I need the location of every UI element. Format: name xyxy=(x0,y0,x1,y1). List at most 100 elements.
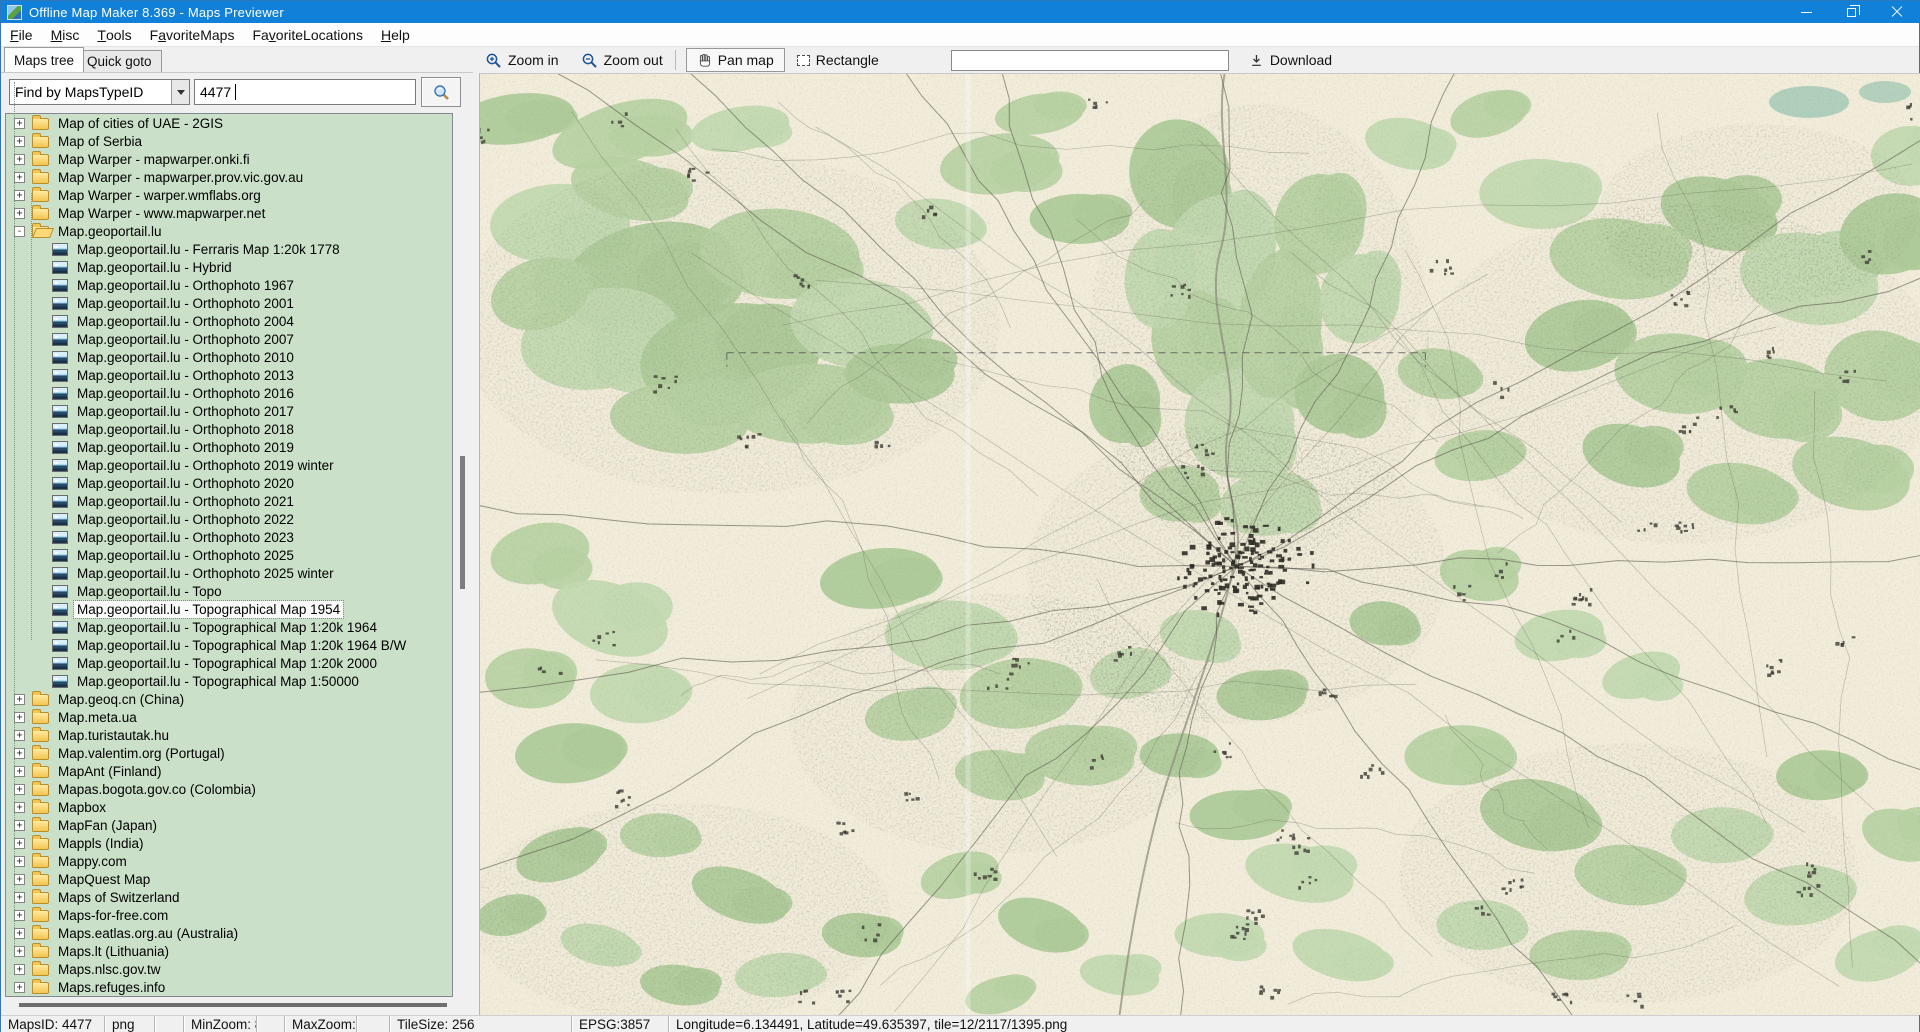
tree-expander-icon[interactable]: + xyxy=(14,208,25,219)
tree-item[interactable]: + Maps.nlsc.gov.tw xyxy=(6,960,452,978)
tree-item[interactable]: + Map.meta.ua xyxy=(6,708,452,726)
tree-expander-icon[interactable]: + xyxy=(14,946,25,957)
tree-expander-icon[interactable]: + xyxy=(14,892,25,903)
tree-expander-icon[interactable]: + xyxy=(14,730,25,741)
tree-item[interactable]: Map.geoportail.lu - Orthophoto 2016 xyxy=(6,384,452,402)
tree-item-label[interactable]: Map of Serbia xyxy=(55,133,145,150)
tree-item-label[interactable]: Map.geoportail.lu - Topographical Map 1:… xyxy=(74,673,362,690)
map-viewport[interactable] xyxy=(479,73,1920,1015)
tree-item-label[interactable]: Maps.nlsc.gov.tw xyxy=(55,961,164,978)
tree-item[interactable]: + Mappy.com xyxy=(6,852,452,870)
tree-expander-icon[interactable]: + xyxy=(14,982,25,993)
tree-item[interactable]: + MapFan (Japan) xyxy=(6,816,452,834)
tree-item-label[interactable]: Mapbox xyxy=(55,799,109,816)
tree-item[interactable]: + Maps.eatlas.org.au (Australia) xyxy=(6,924,452,942)
tree-item-label[interactable]: Maps.refuges.info xyxy=(55,979,168,996)
tree-item[interactable]: + Map Warper - mapwarper.prov.vic.gov.au xyxy=(6,168,452,186)
tree-item-label[interactable]: Map.geoportail.lu - Hybrid xyxy=(74,259,235,276)
tree-item-label[interactable]: Map.geoportail.lu - Orthophoto 2018 xyxy=(74,421,297,438)
scrollbar-thumb[interactable] xyxy=(460,456,465,589)
tree-item[interactable]: Map.geoportail.lu - Orthophoto 2025 xyxy=(6,546,452,564)
tree-item-label[interactable]: Maps.eatlas.org.au (Australia) xyxy=(55,925,241,942)
tree-item-label[interactable]: Map.geoportail.lu - Orthophoto 2021 xyxy=(74,493,297,510)
tree-item[interactable]: Map.geoportail.lu - Orthophoto 2021 xyxy=(6,492,452,510)
tree-item[interactable]: + Maps.refuges.info xyxy=(6,978,452,996)
tree-expander-icon[interactable]: + xyxy=(14,766,25,777)
tree-item[interactable]: Map.geoportail.lu - Orthophoto 2001 xyxy=(6,294,452,312)
tree-item-label[interactable]: Mappy.com xyxy=(55,853,130,870)
tree-expander-icon[interactable]: + xyxy=(14,154,25,165)
tree-item-label[interactable]: Map.geoq.cn (China) xyxy=(55,691,187,708)
tree-expander-icon[interactable]: + xyxy=(14,964,25,975)
tree-item-label[interactable]: Map.geoportail.lu - Orthophoto 2020 xyxy=(74,475,297,492)
tree-item[interactable]: Map.geoportail.lu - Topographical Map 1:… xyxy=(6,636,452,654)
tree-item[interactable]: + Map.valentim.org (Portugal) xyxy=(6,744,452,762)
close-button[interactable] xyxy=(1874,1,1919,23)
tree-item[interactable]: Map.geoportail.lu - Orthophoto 1967 xyxy=(6,276,452,294)
tree-item[interactable]: Map.geoportail.lu - Orthophoto 2010 xyxy=(6,348,452,366)
tree-item[interactable]: + MapQuest Map xyxy=(6,870,452,888)
tree-item[interactable]: Map.geoportail.lu - Topographical Map 19… xyxy=(6,600,452,618)
tree-expander-icon[interactable]: + xyxy=(14,856,25,867)
tree-expander-icon[interactable]: + xyxy=(14,820,25,831)
tree-item[interactable]: Map.geoportail.lu - Topographical Map 1:… xyxy=(6,618,452,636)
tree-item[interactable]: Map.geoportail.lu - Orthophoto 2017 xyxy=(6,402,452,420)
tree-item[interactable]: - Map.geoportail.lu xyxy=(6,222,452,240)
download-button[interactable]: Download xyxy=(1243,50,1338,70)
tab-maps-tree[interactable]: Maps tree xyxy=(4,47,84,72)
tree-item[interactable]: Map.geoportail.lu - Orthophoto 2023 xyxy=(6,528,452,546)
tree-item-label[interactable]: Map.geoportail.lu - Orthophoto 2022 xyxy=(74,511,297,528)
tree-expander-icon[interactable]: + xyxy=(14,190,25,201)
tree-item[interactable]: Map.geoportail.lu - Ferraris Map 1:20k 1… xyxy=(6,240,452,258)
tree-item-label[interactable]: Map Warper - mapwarper.onki.fi xyxy=(55,151,253,168)
tree-item-label[interactable]: Map.meta.ua xyxy=(55,709,140,726)
tree-item-label[interactable]: Map Warper - www.mapwarper.net xyxy=(55,205,268,222)
menu-item[interactable]: Tools xyxy=(88,23,140,46)
tree-expander-icon[interactable]: + xyxy=(14,928,25,939)
tree-item-label[interactable]: Map.geoportail.lu - Orthophoto 2017 xyxy=(74,403,297,420)
tree-item-label[interactable]: Map.geoportail.lu - Topographical Map 1:… xyxy=(74,619,380,636)
tree-item[interactable]: Map.geoportail.lu - Orthophoto 2019 xyxy=(6,438,452,456)
tree-item[interactable]: + MapAnt (Finland) xyxy=(6,762,452,780)
tree-item[interactable]: Map.geoportail.lu - Orthophoto 2013 xyxy=(6,366,452,384)
tree-item[interactable]: + Maps of Switzerland xyxy=(6,888,452,906)
tree-item[interactable]: + Maps-for-free.com xyxy=(6,906,452,924)
search-input[interactable] xyxy=(194,79,416,105)
tree-item-label[interactable]: MapQuest Map xyxy=(55,871,153,888)
tree-expander-icon[interactable]: - xyxy=(14,226,25,237)
rectangle-button[interactable]: Rectangle xyxy=(791,50,885,70)
tree-item[interactable]: Map.geoportail.lu - Hybrid xyxy=(6,258,452,276)
tree-expander-icon[interactable]: + xyxy=(14,694,25,705)
tree-item[interactable]: Map.geoportail.lu - Orthophoto 2004 xyxy=(6,312,452,330)
tree-item[interactable]: Map.geoportail.lu - Orthophoto 2025 wint… xyxy=(6,564,452,582)
tree-expander-icon[interactable]: + xyxy=(14,118,25,129)
tree-item[interactable]: Map.geoportail.lu - Orthophoto 2022 xyxy=(6,510,452,528)
tree-item-label[interactable]: Map.geoportail.lu - Topographical Map 19… xyxy=(74,601,343,618)
tree-expander-icon[interactable]: + xyxy=(14,136,25,147)
tree-item[interactable]: Map.geoportail.lu - Orthophoto 2007 xyxy=(6,330,452,348)
tree-item-label[interactable]: Map.turistautak.hu xyxy=(55,727,172,744)
tree-item-label[interactable]: Maps-for-free.com xyxy=(55,907,171,924)
tree-item-label[interactable]: MapAnt (Finland) xyxy=(55,763,165,780)
tree-item[interactable]: Map.geoportail.lu - Orthophoto 2019 wint… xyxy=(6,456,452,474)
tree-item-label[interactable]: Map.geoportail.lu - Orthophoto 2016 xyxy=(74,385,297,402)
tree-item-label[interactable]: Map.geoportail.lu - Topo xyxy=(74,583,225,600)
tree-item-label[interactable]: Map.geoportail.lu - Orthophoto 2001 xyxy=(74,295,297,312)
tree-vertical-scrollbar[interactable] xyxy=(455,113,471,997)
tree-expander-icon[interactable]: + xyxy=(14,784,25,795)
tree-expander-icon[interactable]: + xyxy=(14,172,25,183)
tree-item[interactable]: + Mapas.bogota.gov.co (Colombia) xyxy=(6,780,452,798)
tree-item-label[interactable]: Map.geoportail.lu - Orthophoto 2025 wint… xyxy=(74,565,337,582)
tree-expander-icon[interactable]: + xyxy=(14,910,25,921)
tree-item-label[interactable]: Map.geoportail.lu - Orthophoto 2025 xyxy=(74,547,297,564)
tree-item-label[interactable]: Map.geoportail.lu - Orthophoto 2004 xyxy=(74,313,297,330)
tree-expander-icon[interactable]: + xyxy=(14,748,25,759)
tree-item-label[interactable]: Map.valentim.org (Portugal) xyxy=(55,745,228,762)
tree-item[interactable]: + Map of Serbia xyxy=(6,132,452,150)
tree-item[interactable]: + Map.turistautak.hu xyxy=(6,726,452,744)
tree-item[interactable]: + Maps.lt (Lithuania) xyxy=(6,942,452,960)
tree-item-label[interactable]: Map.geoportail.lu - Orthophoto 2023 xyxy=(74,529,297,546)
tree-expander-icon[interactable]: + xyxy=(14,874,25,885)
menu-item[interactable]: FavoriteLocations xyxy=(243,23,372,46)
tree-item-label[interactable]: Map.geoportail.lu - Orthophoto 2010 xyxy=(74,349,297,366)
